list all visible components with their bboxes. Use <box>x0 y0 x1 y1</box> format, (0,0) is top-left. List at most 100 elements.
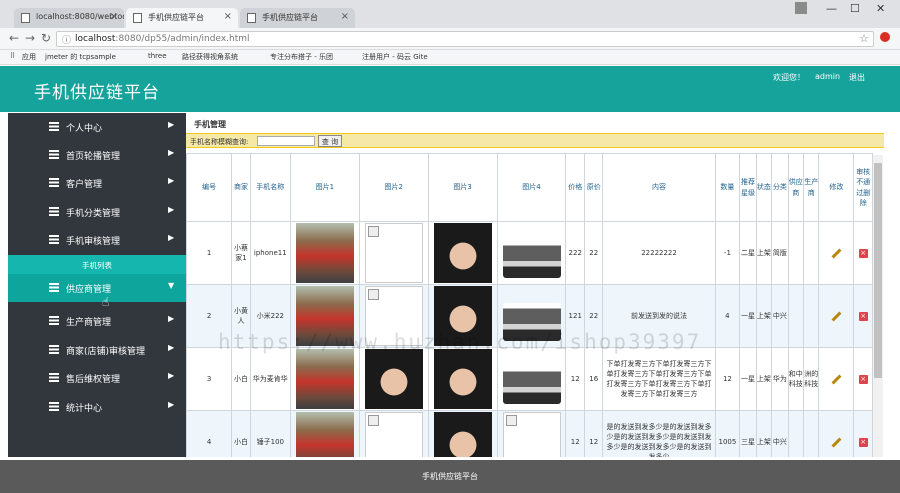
column-header: 状态 <box>755 153 773 222</box>
menu-icon <box>49 150 59 159</box>
bookmark-gitee[interactable]: 注册用户 - 码云 Gite <box>362 52 428 62</box>
close-icon[interactable]: × <box>224 11 232 22</box>
cell-supplier: 和中科技 <box>787 347 805 411</box>
main-content: 手机管理 手机名称模糊查询: 查 询 编号 商家 手机名称 图片1 图片2 图片… <box>186 113 884 457</box>
sidebar-item-customers[interactable]: 客户管理 ▶ <box>8 169 186 197</box>
minimize-icon[interactable]: — <box>826 2 837 15</box>
chevron-right-icon: ▶ <box>168 371 175 380</box>
cell-star: 一星 <box>739 284 757 348</box>
delete-icon[interactable]: × <box>858 248 868 258</box>
username-link[interactable]: admin <box>815 72 840 81</box>
sidebar-item-categories[interactable]: 手机分类管理 ▶ <box>8 198 186 226</box>
bookmark-jmeter[interactable]: jmeter 的 tcpsample <box>45 52 116 62</box>
product-image <box>295 223 354 283</box>
url-input[interactable]: ⓘ localhost:8080/dp55/admin/index.html ☆ <box>56 31 874 47</box>
extension-icon[interactable] <box>880 32 890 42</box>
product-image <box>295 412 354 457</box>
back-icon[interactable]: ← <box>9 31 19 45</box>
column-header: 价格 <box>565 153 585 222</box>
sidebar-subitem-phone-list[interactable]: 手机列表 <box>8 255 186 274</box>
apps-icon[interactable]: ⠿ <box>10 52 15 60</box>
cell-merchant: 小蔡家1 <box>231 221 251 285</box>
cell-qty: 1005 <box>714 410 741 457</box>
cell-price: 12 <box>565 410 585 457</box>
sidebar-item-suppliers[interactable]: 供应商管理 ▼ <box>8 274 186 302</box>
sidebar-item-manufacturers[interactable]: 生产商管理 ▶ <box>8 307 186 335</box>
cell-qty: 4 <box>714 284 741 348</box>
menu-icon <box>49 345 59 354</box>
cell-name: 锤子100 <box>249 410 291 457</box>
cell-category: 简版 <box>771 221 789 285</box>
bookmark-focus[interactable]: 专注分布搭子 - 乐团 <box>270 52 333 62</box>
edit-icon[interactable] <box>831 374 842 385</box>
table-row: 4 小白 锤子100 12 12 是的发送到发多少是的发送到发多少是的发送到发多… <box>186 410 873 457</box>
column-header: 审核不通过删除 <box>853 153 873 222</box>
app-header: 手机供应链平台 欢迎您！ admin 退出 <box>0 66 900 112</box>
column-header: 推荐星级 <box>739 153 757 222</box>
info-icon[interactable]: ⓘ <box>62 33 71 46</box>
cell-category: 中兴 <box>771 410 789 457</box>
close-icon[interactable]: × <box>341 11 349 22</box>
maximize-icon[interactable]: ☐ <box>850 2 860 15</box>
close-icon[interactable]: × <box>110 11 118 22</box>
column-header: 图片3 <box>427 153 498 222</box>
profile-icon[interactable] <box>795 2 807 14</box>
chevron-right-icon: ▶ <box>168 176 175 185</box>
sidebar-item-after-sales[interactable]: 售后维权管理 ▶ <box>8 364 186 392</box>
bookmark-star-icon[interactable]: ☆ <box>859 32 869 45</box>
cell-merchant: 小白 <box>231 410 251 457</box>
logout-link[interactable]: 退出 <box>849 72 865 83</box>
sidebar-item-shop-review[interactable]: 商家(店铺)审核管理 ▶ <box>8 336 186 364</box>
sidebar-item-phone-review[interactable]: 手机审核管理 ▶ <box>8 226 186 254</box>
product-image <box>502 366 561 404</box>
edit-icon[interactable] <box>831 437 842 448</box>
delete-icon[interactable]: × <box>858 311 868 321</box>
window-close-icon[interactable]: ✕ <box>876 2 885 15</box>
cell-image3 <box>427 410 498 457</box>
chevron-right-icon: ▶ <box>168 314 175 323</box>
menu-icon <box>49 178 59 187</box>
search-input[interactable] <box>257 136 315 146</box>
vertical-scrollbar[interactable] <box>873 155 883 457</box>
cell-maker <box>802 221 820 285</box>
sidebar-item-personal[interactable]: 个人中心 ▶ <box>8 113 186 141</box>
bookmark-apps[interactable]: 应用 <box>22 52 36 62</box>
cell-edit <box>818 410 855 457</box>
edit-icon[interactable] <box>831 311 842 322</box>
cell-orig-price: 16 <box>583 347 604 411</box>
cell-edit <box>818 221 855 285</box>
sidebar-item-statistics[interactable]: 统计中心 ▶ <box>8 393 186 421</box>
reload-icon[interactable]: ↻ <box>41 31 51 45</box>
cell-qty: 12 <box>714 347 741 411</box>
browser-tab[interactable]: 手机供应链平台 × <box>240 8 355 28</box>
cell-status: 上架 <box>755 284 773 348</box>
sidebar-item-label: 手机审核管理 <box>66 237 121 247</box>
table-row: 3 小白 华为麦肯华 12 16 下单打发寄三方下单打发寄三方下单打发寄三方下单… <box>186 347 873 411</box>
bookmark-path[interactable]: 路径获得视角系统 <box>182 52 238 62</box>
sidebar-item-label: 客户管理 <box>66 180 103 190</box>
forward-icon[interactable]: → <box>25 31 35 45</box>
cell-image2 <box>358 410 429 457</box>
delete-icon[interactable]: × <box>858 374 868 384</box>
cell-qty: -1 <box>714 221 741 285</box>
chevron-right-icon: ▶ <box>168 343 175 352</box>
cell-content: 是的发送到发多少是的发送到发多少是的发送到发多少是的发送到发多少是的发送到发多少… <box>602 410 716 457</box>
column-header: 生产商 <box>802 153 820 222</box>
browser-tab-active[interactable]: 手机供应链平台 × <box>126 8 238 28</box>
sidebar-item-carousel[interactable]: 首页轮播管理 ▶ <box>8 141 186 169</box>
edit-icon[interactable] <box>831 248 842 259</box>
phone-table: 编号 商家 手机名称 图片1 图片2 图片3 图片4 价格 原价 内容 数量 推… <box>186 153 873 457</box>
cell-image2 <box>358 347 429 411</box>
column-header: 商家 <box>231 153 251 222</box>
sidebar-item-label: 售后维权管理 <box>66 375 121 385</box>
url-text: localhost:8080/dp55/admin/index.html <box>75 34 250 44</box>
search-label: 手机名称模糊查询: <box>190 138 249 146</box>
search-button[interactable]: 查 询 <box>318 135 342 147</box>
column-header: 修改 <box>818 153 855 222</box>
browser-tab[interactable]: localhost:8080/webtoo × <box>14 8 124 28</box>
sidebar-item-label: 供应商管理 <box>66 285 112 295</box>
cell-delete: × <box>853 410 873 457</box>
scrollbar-thumb[interactable] <box>874 163 882 378</box>
bookmark-three[interactable]: three <box>148 52 167 60</box>
delete-icon[interactable]: × <box>858 437 868 447</box>
